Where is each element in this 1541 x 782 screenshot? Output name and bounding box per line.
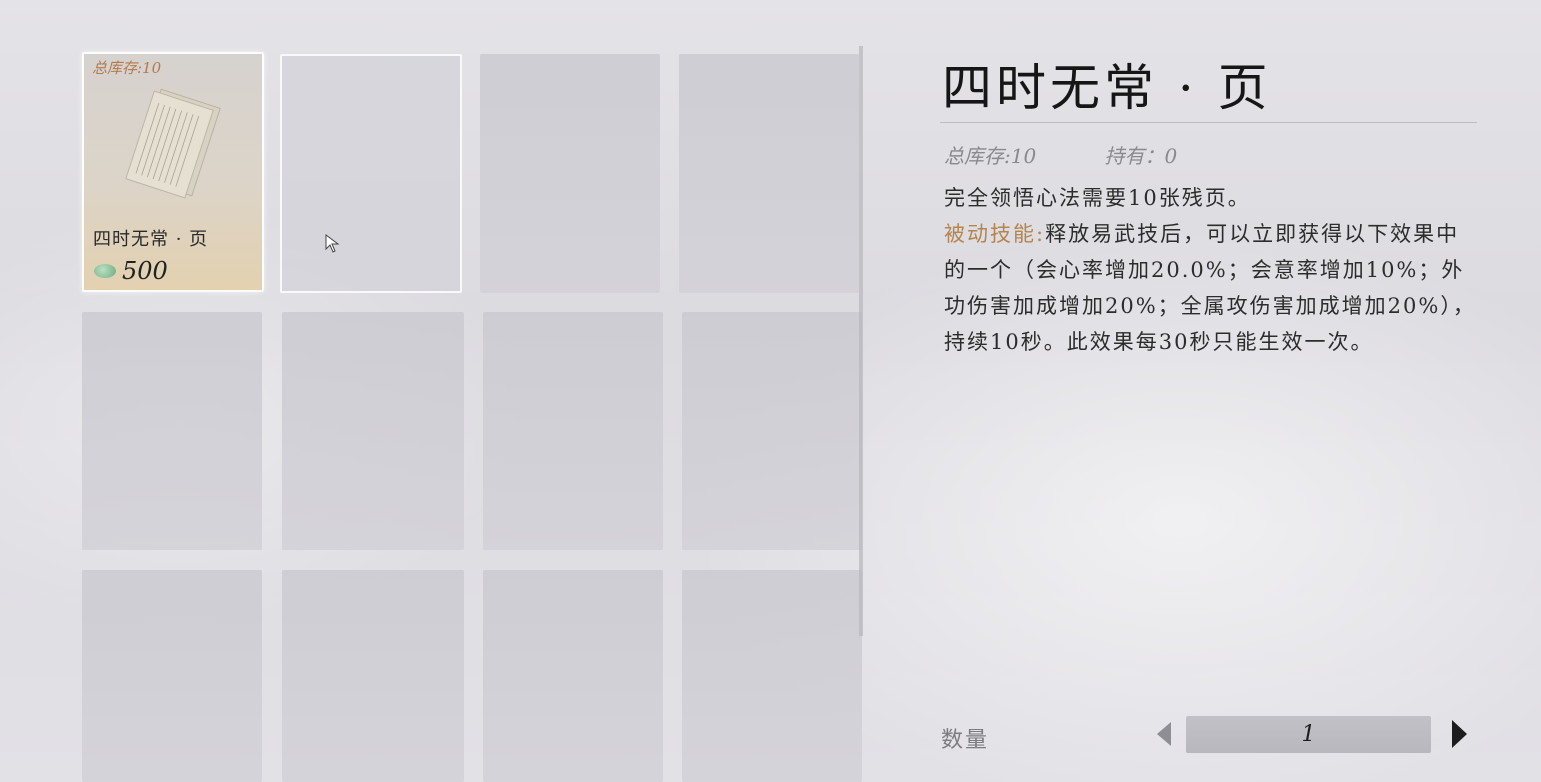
quantity-input[interactable]: 1 bbox=[1186, 716, 1431, 753]
item-slot[interactable] bbox=[483, 570, 663, 782]
quantity-increase-button[interactable] bbox=[1452, 720, 1467, 748]
item-detail-panel: 四时无常 · 页 总库存:10 持有：0 完全领悟心法需要10张残页。 被动技能… bbox=[940, 0, 1480, 782]
jade-currency-icon bbox=[94, 264, 116, 278]
item-slot[interactable] bbox=[82, 570, 262, 782]
item-slot[interactable] bbox=[483, 312, 663, 550]
passive-skill-label: 被动技能: bbox=[944, 222, 1046, 246]
item-grid: 总库存:10 四时无常 · 页 500 bbox=[0, 0, 863, 782]
item-slot[interactable] bbox=[280, 54, 462, 293]
item-slot[interactable] bbox=[682, 570, 862, 782]
slot-item-name: 四时无常 · 页 bbox=[93, 229, 209, 250]
total-stock: 总库存:10 bbox=[944, 144, 1037, 168]
item-slot[interactable] bbox=[282, 570, 464, 782]
item-slot[interactable] bbox=[282, 312, 464, 550]
item-title: 四时无常 · 页 bbox=[942, 59, 1272, 117]
grid-scrollbar[interactable] bbox=[859, 46, 863, 636]
slot-stock-tag: 总库存:10 bbox=[92, 59, 162, 77]
item-slot-selected[interactable]: 总库存:10 四时无常 · 页 500 bbox=[82, 52, 264, 292]
passive-skill: 被动技能:释放易武技后，可以立即获得以下效果中的一个（会心率增加20.0%；会意… bbox=[944, 216, 1478, 360]
item-slot[interactable] bbox=[679, 54, 859, 293]
title-divider bbox=[940, 122, 1477, 123]
item-meta: 总库存:10 持有：0 bbox=[944, 140, 1239, 169]
held-count: 持有：0 bbox=[1104, 144, 1178, 168]
item-slot[interactable] bbox=[682, 312, 862, 550]
item-slot[interactable] bbox=[480, 54, 660, 293]
slot-price: 500 bbox=[94, 257, 168, 285]
item-slot[interactable] bbox=[82, 312, 262, 550]
item-description: 完全领悟心法需要10张残页。 被动技能:释放易武技后，可以立即获得以下效果中的一… bbox=[944, 180, 1478, 360]
quantity-label: 数量 bbox=[941, 728, 990, 753]
description-line: 完全领悟心法需要10张残页。 bbox=[944, 186, 1251, 210]
quantity-decrease-button[interactable] bbox=[1157, 722, 1171, 746]
paper-pages-icon bbox=[125, 88, 221, 199]
slot-price-value: 500 bbox=[122, 257, 168, 285]
mouse-cursor-icon bbox=[325, 234, 340, 253]
